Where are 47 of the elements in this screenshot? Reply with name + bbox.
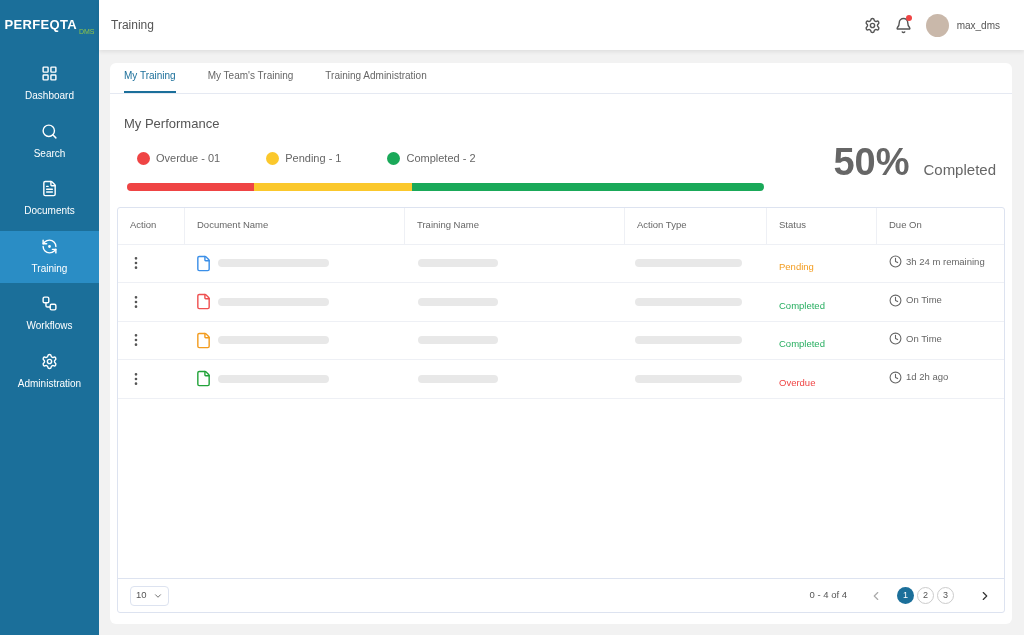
column-header: Due On <box>889 218 922 233</box>
bell-icon[interactable] <box>894 16 912 34</box>
tab[interactable]: My Team's Training <box>207 68 294 93</box>
sidebar-item[interactable]: Dashboard <box>0 58 99 110</box>
column-header: Action <box>130 218 157 233</box>
tab[interactable]: Training Administration <box>325 68 427 93</box>
column-header: Training Name <box>417 218 479 233</box>
clock-icon <box>889 370 902 384</box>
due-text: On Time <box>906 331 942 346</box>
clock-icon <box>889 293 902 307</box>
tab[interactable]: My Training <box>124 68 176 93</box>
status-text: Overdue <box>779 376 816 388</box>
sidebar-item[interactable]: Training <box>0 230 99 283</box>
due-text: 1d 2h ago <box>906 370 949 385</box>
page-size-select[interactable]: 10 <box>130 585 169 606</box>
page-button[interactable]: 1 <box>897 587 914 604</box>
sidebar-item[interactable]: Documents <box>0 173 99 225</box>
due-text: On Time <box>906 293 942 308</box>
sidebar-item[interactable]: Workflows <box>0 288 99 340</box>
clock-icon <box>889 255 902 269</box>
logo-text: PERFEQTA <box>4 16 77 35</box>
document-icon <box>41 180 58 197</box>
sidebar-item[interactable]: Administration <box>0 345 99 398</box>
range-text: 0 - 4 of 4 <box>809 588 847 603</box>
settings-icon[interactable] <box>863 16 881 34</box>
status-text: Completed <box>779 299 825 311</box>
page-title: Training <box>111 17 154 34</box>
workflow-icon <box>41 295 58 312</box>
clock-icon <box>889 332 902 346</box>
status-text: Completed <box>779 338 825 350</box>
legend-label: Completed - 2 <box>406 151 476 166</box>
column-header: Status <box>779 218 806 233</box>
refresh-icon <box>41 237 58 255</box>
section-title: My Performance <box>124 115 221 133</box>
column-header: Action Type <box>637 218 687 233</box>
due-text: 3h 24 m remaining <box>906 254 985 269</box>
dashboard-icon <box>41 65 58 82</box>
percent-label: Completed <box>923 159 996 180</box>
percent-value: 50% <box>833 139 910 185</box>
user-name: max_dms <box>956 18 1000 33</box>
sidebar-item[interactable]: Search <box>0 115 99 168</box>
search-icon <box>41 122 58 140</box>
legend-label: Pending - 1 <box>285 151 342 166</box>
status-text: Pending <box>779 261 814 273</box>
legend-label: Overdue - 01 <box>156 151 221 166</box>
settings-icon <box>41 352 58 370</box>
column-header: Document Name <box>197 218 269 233</box>
